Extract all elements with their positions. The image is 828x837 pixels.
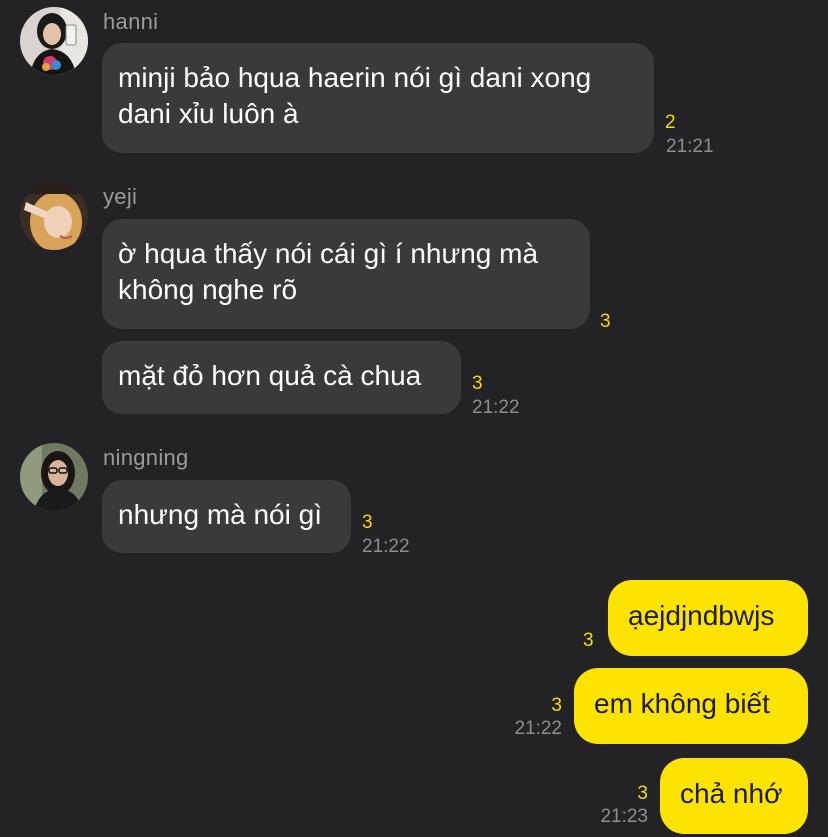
unread-count: 3 <box>637 783 648 804</box>
message-text: ờ hqua thấy nói cái gì í nhưng mà <box>118 238 539 269</box>
message-text: nhưng mà nói gì <box>118 499 322 530</box>
sender-name: ningning <box>103 445 189 470</box>
user-avatar-icon <box>20 7 88 75</box>
unread-count: 3 <box>583 630 594 651</box>
avatar-yeji[interactable] <box>20 182 88 250</box>
message-bubble-outgoing[interactable]: em không biết <box>574 668 808 744</box>
message-text: chả nhớ <box>680 778 783 809</box>
message-timestamp: 21:22 <box>362 536 410 557</box>
message-bubble-outgoing[interactable]: chả nhớ <box>660 758 808 834</box>
message-timestamp: 21:23 <box>600 806 648 827</box>
message-bubble-outgoing[interactable]: ạejdjndbwjs <box>608 580 808 656</box>
message-timestamp: 21:22 <box>472 397 520 418</box>
message-text: không nghe rõ <box>118 274 298 305</box>
unread-count: 3 <box>362 512 373 533</box>
chat-window: hanni minji bảo hqua haerin nói gì dani … <box>0 0 828 837</box>
user-avatar-icon <box>20 443 88 511</box>
sender-name: hanni <box>103 9 159 34</box>
message-text: dani xỉu luôn à <box>118 98 299 129</box>
message-timestamp: 21:22 <box>514 718 562 739</box>
message-bubble[interactable]: nhưng mà nói gì <box>102 480 351 553</box>
message-text: em không biết <box>594 688 770 719</box>
sender-name: yeji <box>103 184 138 209</box>
message-text: minji bảo hqua haerin nói gì dani xong <box>118 62 592 93</box>
message-timestamp: 21:21 <box>666 136 714 157</box>
message-bubble[interactable]: minji bảo hqua haerin nói gì dani xong d… <box>102 43 654 153</box>
message-bubble[interactable]: mặt đỏ hơn quả cà chua <box>102 341 461 414</box>
unread-count: 2 <box>665 112 676 133</box>
message-text: ạejdjndbwjs <box>628 600 775 631</box>
unread-count: 3 <box>472 373 483 394</box>
unread-count: 3 <box>551 695 562 716</box>
message-bubble[interactable]: ờ hqua thấy nói cái gì í nhưng mà không … <box>102 219 590 329</box>
message-text: mặt đỏ hơn quả cà chua <box>118 360 422 391</box>
unread-count: 3 <box>600 311 611 332</box>
avatar-hanni[interactable] <box>20 7 88 75</box>
avatar-ningning[interactable] <box>20 443 88 511</box>
user-avatar-icon <box>20 182 88 250</box>
